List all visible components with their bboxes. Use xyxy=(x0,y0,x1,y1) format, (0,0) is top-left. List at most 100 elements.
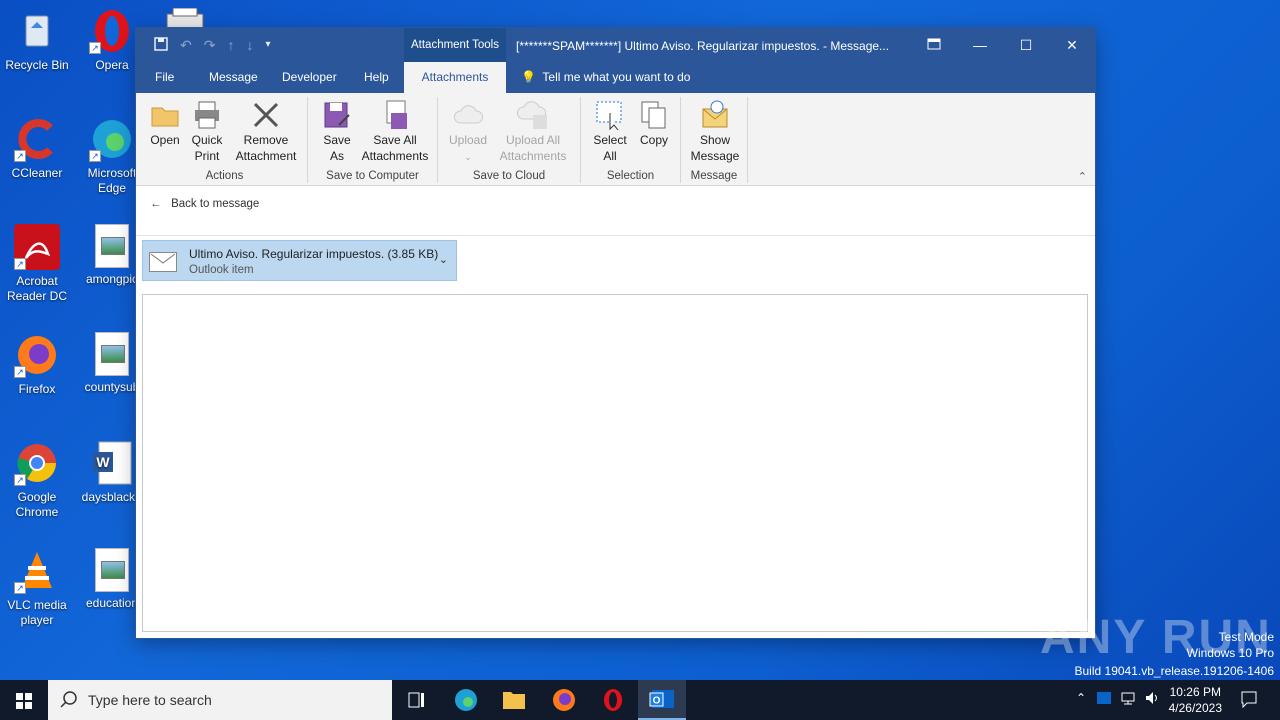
windows-logo-icon xyxy=(16,693,32,709)
show-hidden-icons-icon[interactable]: ⌃ xyxy=(1076,691,1086,705)
taskbar-edge[interactable] xyxy=(442,680,490,720)
desktop-icon-vlc[interactable]: ↗ VLC media player xyxy=(0,548,74,628)
desktop-icon-acrobat[interactable]: ↗ Acrobat Reader DC xyxy=(0,224,74,304)
save-all-label: Save All Attachments xyxy=(361,133,429,163)
chrome-icon: ↗ xyxy=(14,440,60,486)
minimize-button[interactable]: — xyxy=(957,28,1003,62)
quick-print-button[interactable]: Quick Print xyxy=(186,99,228,164)
taskbar-firefox[interactable] xyxy=(540,680,588,720)
group-actions: Open Quick Print Remove Attachment Actio… xyxy=(142,97,308,183)
start-button[interactable] xyxy=(0,680,48,720)
volume-icon[interactable] xyxy=(1144,690,1160,709)
outlook-message-window: ↶ ↷ ↑ ↓ ▾ Attachment Tools [*******SPAM*… xyxy=(136,28,1095,638)
word-document-icon: W xyxy=(89,440,135,486)
collapse-ribbon-icon[interactable]: ⌃ xyxy=(1078,170,1087,183)
acrobat-icon: ↗ xyxy=(14,224,60,270)
ribbon-display-options-icon[interactable] xyxy=(911,28,957,62)
back-to-message-link[interactable]: ← Back to message xyxy=(150,198,259,210)
desktop-icon-label: education xyxy=(85,596,139,610)
tab-file[interactable]: File xyxy=(145,62,184,93)
desktop-icon-label: amongpic xyxy=(85,272,139,286)
open-button[interactable]: Open xyxy=(144,99,186,148)
save-all-icon xyxy=(379,99,411,131)
next-item-icon[interactable]: ↓ xyxy=(246,37,253,54)
shortcut-arrow-icon: ↗ xyxy=(89,42,101,54)
back-to-message-label: Back to message xyxy=(171,198,260,210)
desktop-icon-label: Google Chrome xyxy=(15,490,59,519)
watermark-test-mode: Test Mode xyxy=(1218,630,1274,644)
svg-text:W: W xyxy=(96,454,110,470)
clock[interactable]: 10:26 PM 4/26/2023 xyxy=(1169,684,1222,716)
previous-item-icon[interactable]: ↑ xyxy=(227,37,234,54)
folder-icon xyxy=(503,692,525,709)
upload-button[interactable]: Upload ⌄ xyxy=(442,99,494,165)
copy-icon xyxy=(638,99,670,131)
window-title: [*******SPAM*******] Ultimo Aviso. Regul… xyxy=(516,39,890,53)
tab-message[interactable]: Message xyxy=(199,62,268,93)
save-icon[interactable] xyxy=(154,37,168,54)
lightbulb-icon: 💡 xyxy=(521,70,536,84)
tell-me-box[interactable]: 💡 Tell me what you want to do xyxy=(521,62,690,93)
tab-help[interactable]: Help xyxy=(354,62,399,93)
desktop-icon-label: daysblack.r xyxy=(81,490,143,504)
attachment-item[interactable]: Ultimo Aviso. Regularizar impuestos. (3.… xyxy=(142,240,457,281)
tab-attachments[interactable]: Attachments xyxy=(404,62,506,93)
close-button[interactable]: ✕ xyxy=(1049,28,1095,62)
shortcut-arrow-icon: ↗ xyxy=(14,366,26,378)
taskbar-search-box[interactable]: Type here to search xyxy=(48,680,392,720)
edge-icon: ↗ xyxy=(89,116,135,162)
context-tab-attachment-tools: Attachment Tools xyxy=(404,28,506,62)
group-label-actions: Actions xyxy=(205,170,244,182)
show-message-button[interactable]: Show Message xyxy=(685,99,745,164)
undo-icon[interactable]: ↶ xyxy=(180,37,192,54)
select-all-button[interactable]: Select All xyxy=(589,99,631,164)
maximize-button[interactable]: ☐ xyxy=(1003,28,1049,62)
group-save-to-computer: Save As Save All Attachments Save to Com… xyxy=(308,97,438,183)
group-selection: Select All Copy Selection xyxy=(581,97,681,183)
remove-attachment-button[interactable]: Remove Attachment xyxy=(230,99,302,164)
upload-all-attachments-button[interactable]: Upload All Attachments xyxy=(490,99,576,164)
back-arrow-icon: ← xyxy=(150,198,162,210)
desktop-icon-firefox[interactable]: ↗ Firefox xyxy=(0,332,74,397)
desktop-icon-recycle-bin[interactable]: Recycle Bin xyxy=(0,8,74,73)
upload-label: Upload xyxy=(448,133,488,147)
back-to-message-bar: ← Back to message xyxy=(136,186,1095,236)
customize-qat-icon[interactable]: ▾ xyxy=(265,37,270,54)
desktop-icon-printer-partial[interactable] xyxy=(165,7,205,29)
image-file-icon xyxy=(95,332,129,376)
printer-icon xyxy=(166,7,204,29)
redo-icon[interactable]: ↷ xyxy=(204,37,216,54)
outlook-icon: O xyxy=(649,690,674,708)
copy-button[interactable]: Copy xyxy=(633,99,675,148)
task-view-button[interactable] xyxy=(392,680,440,720)
taskbar-outlook[interactable]: O xyxy=(638,680,686,720)
save-as-button[interactable]: Save As xyxy=(316,99,358,164)
cloud-upload-all-icon xyxy=(517,99,549,131)
outlook-tray-icon[interactable] xyxy=(1096,690,1112,709)
save-all-attachments-button[interactable]: Save All Attachments xyxy=(358,99,432,164)
desktop-icon-chrome[interactable]: ↗ Google Chrome xyxy=(0,440,74,520)
clock-date: 4/26/2023 xyxy=(1168,701,1222,715)
cloud-upload-icon xyxy=(452,99,484,131)
folder-open-icon xyxy=(149,99,181,131)
upload-all-label: Upload All Attachments xyxy=(499,133,567,163)
taskbar-opera[interactable] xyxy=(589,680,637,720)
show-message-label: Show Message xyxy=(690,133,740,163)
notifications-icon[interactable] xyxy=(1240,690,1258,711)
search-placeholder: Type here to search xyxy=(88,692,212,708)
chevron-down-icon: ⌄ xyxy=(464,152,472,162)
group-label-save-cloud: Save to Cloud xyxy=(472,170,546,182)
shortcut-arrow-icon: ↗ xyxy=(14,258,26,270)
attachment-preview-pane xyxy=(142,294,1088,632)
desktop-icon-ccleaner[interactable]: ↗ CCleaner xyxy=(0,116,74,181)
taskbar-file-explorer[interactable] xyxy=(490,680,538,720)
svg-text:O: O xyxy=(653,696,661,707)
image-file-icon xyxy=(95,548,129,592)
group-save-to-cloud: Upload ⌄ Upload All Attachments Save to C… xyxy=(438,97,581,183)
group-label-message: Message xyxy=(690,170,738,182)
chevron-down-icon[interactable]: ⌄ xyxy=(439,253,448,266)
watermark-build: Build 19041.vb_release.191206-1406 xyxy=(1074,664,1275,678)
ribbon-tab-bar: File Message Developer Help Attachments … xyxy=(136,62,1095,93)
network-icon[interactable] xyxy=(1120,690,1136,709)
tab-developer[interactable]: Developer xyxy=(272,62,347,93)
